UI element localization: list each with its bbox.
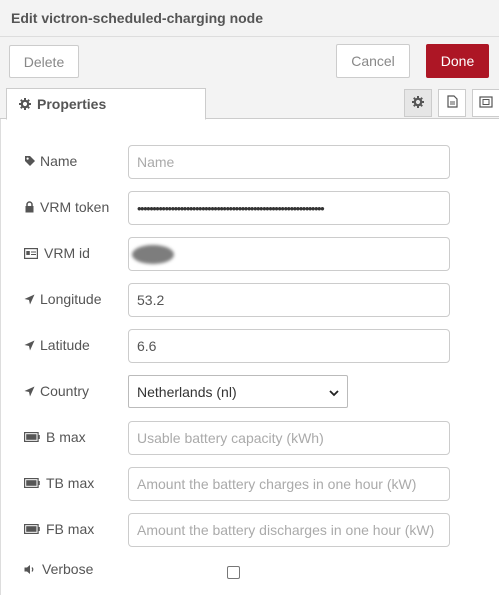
- gear-icon: [19, 98, 31, 110]
- b-max-field[interactable]: [128, 421, 450, 455]
- verbose-checkbox[interactable]: [227, 566, 240, 579]
- tab-bar: Properties: [0, 88, 499, 120]
- row-name: Name: [1, 145, 499, 179]
- lock-icon: [24, 201, 40, 213]
- verbose-label: Verbose: [42, 561, 94, 577]
- tab-properties[interactable]: Properties: [6, 88, 206, 120]
- tb-max-label: TB max: [46, 475, 95, 491]
- country-label: Country: [40, 383, 90, 399]
- b-max-label: B max: [46, 429, 86, 445]
- tag-icon: [24, 155, 40, 167]
- row-b-max: B max: [1, 421, 499, 455]
- row-country: Country Netherlands (nl): [1, 375, 499, 409]
- vrm-id-label: VRM id: [44, 245, 90, 261]
- row-latitude: Latitude 6.6: [1, 329, 499, 363]
- location-arrow-icon: [24, 386, 40, 397]
- battery-icon: [24, 432, 40, 442]
- vrm-id-field[interactable]: [128, 237, 450, 271]
- description-tab-button[interactable]: [438, 89, 466, 117]
- country-select[interactable]: Netherlands (nl): [128, 375, 348, 408]
- appearance-tab-button[interactable]: [472, 89, 499, 117]
- vrm-token-field[interactable]: ••••••••••••••••••••••••••••••••••••••••…: [128, 191, 450, 225]
- dialog-title: Edit victron-scheduled-charging node: [11, 10, 264, 26]
- fb-max-label: FB max: [46, 521, 95, 537]
- battery-icon: [24, 524, 40, 534]
- properties-tab-button[interactable]: [404, 89, 432, 117]
- row-vrm-token: VRM token ••••••••••••••••••••••••••••••…: [1, 191, 499, 225]
- location-arrow-icon: [24, 294, 40, 305]
- longitude-label: Longitude: [40, 291, 102, 307]
- tb-max-field[interactable]: [128, 467, 450, 501]
- row-tb-max: TB max: [1, 467, 499, 501]
- delete-button[interactable]: Delete: [9, 45, 79, 78]
- done-button[interactable]: Done: [426, 44, 489, 78]
- latitude-label: Latitude: [40, 337, 90, 353]
- row-longitude: Longitude 53.2: [1, 283, 499, 317]
- battery-icon: [24, 478, 40, 488]
- volume-icon: [24, 564, 40, 575]
- chevron-down-icon: [329, 384, 339, 400]
- redacted-value: [132, 245, 174, 264]
- tab-properties-label: Properties: [37, 96, 107, 112]
- properties-panel: Name VRM token •••••••••••••••••••••••••…: [0, 119, 499, 595]
- longitude-field[interactable]: 53.2: [128, 283, 450, 317]
- id-card-icon: [24, 247, 40, 259]
- country-selected-value: Netherlands (nl): [137, 383, 237, 400]
- name-label: Name: [40, 153, 78, 169]
- cancel-button[interactable]: Cancel: [336, 44, 410, 78]
- document-icon: [446, 95, 458, 111]
- location-arrow-icon: [24, 340, 40, 351]
- row-vrm-id: VRM id: [1, 237, 499, 271]
- row-verbose: Verbose: [1, 559, 499, 593]
- vrm-token-label: VRM token: [40, 199, 110, 215]
- name-field[interactable]: [128, 145, 450, 179]
- frame-icon: [479, 95, 493, 111]
- dialog-toolbar: Delete Cancel Done: [0, 37, 499, 88]
- row-fb-max: FB max: [1, 513, 499, 547]
- latitude-field[interactable]: 6.6: [128, 329, 450, 363]
- fb-max-field[interactable]: [128, 513, 450, 547]
- gear-icon: [412, 95, 424, 111]
- dialog-titlebar: Edit victron-scheduled-charging node: [0, 0, 499, 37]
